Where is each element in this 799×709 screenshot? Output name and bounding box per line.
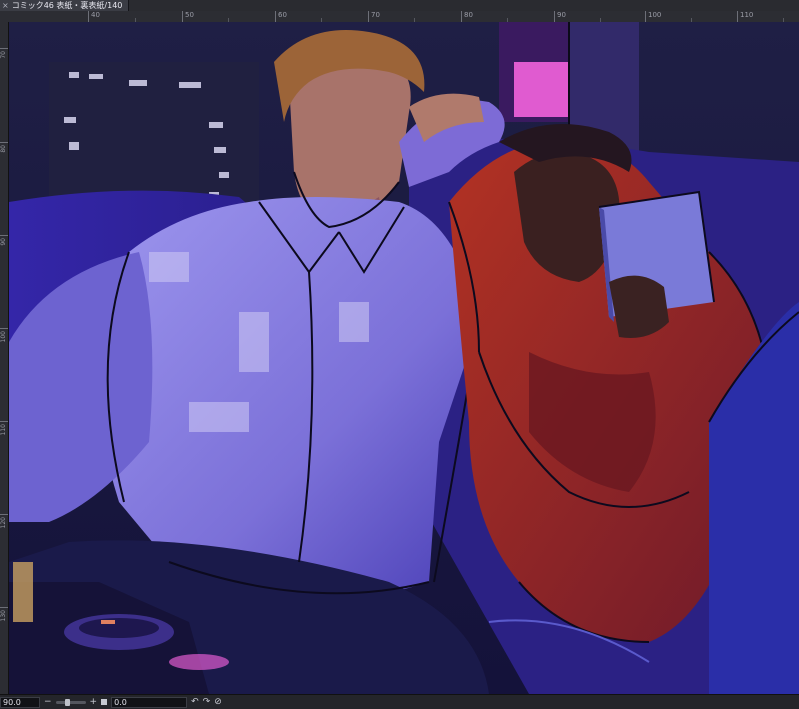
ruler-tick: 70 (368, 11, 380, 22)
drawing-canvas[interactable] (9, 22, 799, 694)
ruler-tick: 110 (737, 11, 753, 22)
reset-rotation-button[interactable]: ⊘ (214, 697, 222, 707)
rotation-input[interactable]: 0.0 (111, 696, 188, 708)
navigator-status-bar: 90.0 − + 0.0 ↶ ↷ ⊘ (0, 694, 799, 709)
fit-window-icon[interactable] (101, 699, 108, 705)
ruler-tick: 120 (0, 514, 8, 528)
document-tab[interactable]: × コミック46 表紙・裏表紙/140 (0, 0, 130, 11)
ruler-tick: 130 (0, 607, 8, 621)
ruler-tick: 80 (461, 11, 473, 22)
document-tab-title: コミック46 表紙・裏表紙/140 (11, 1, 123, 10)
ruler-tick: 90 (554, 11, 566, 22)
ruler-tick: 70 (0, 48, 8, 59)
ruler-tick: 40 (88, 11, 100, 22)
rotate-right-button[interactable]: ↷ (203, 697, 211, 707)
ruler-tick: 110 (0, 421, 8, 435)
zoom-out-button[interactable]: − (44, 697, 52, 707)
ruler-tick: 80 (0, 142, 8, 153)
ruler-tick: 90 (0, 235, 8, 246)
document-tab-bar: × コミック46 表紙・裏表紙/140 (0, 0, 799, 11)
close-tab-icon[interactable]: × (2, 0, 9, 11)
ruler-tick: 100 (645, 11, 661, 22)
vertical-ruler[interactable]: 70 80 90 100 110 120 130 (0, 22, 9, 694)
artwork-illustration (9, 22, 799, 694)
ruler-tick: 60 (275, 11, 287, 22)
zoom-input[interactable]: 90.0 (0, 696, 40, 708)
rotate-left-button[interactable]: ↶ (191, 697, 199, 707)
zoom-slider[interactable] (55, 698, 86, 706)
ruler-tick: 50 (182, 11, 194, 22)
zoom-slider-knob[interactable] (64, 698, 70, 706)
zoom-in-button[interactable]: + (90, 697, 98, 707)
ruler-tick: 100 (0, 328, 8, 342)
